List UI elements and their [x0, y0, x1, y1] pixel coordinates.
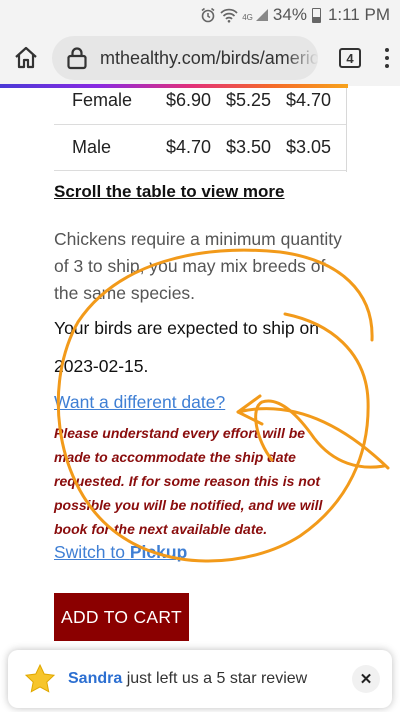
- signal-label: 4G: [242, 13, 253, 22]
- gender-cell: Male: [54, 124, 166, 171]
- gender-cell: Female: [54, 88, 166, 125]
- table-row: Female $6.90 $5.25 $4.70: [54, 88, 346, 125]
- price-cell: $3.05: [286, 124, 346, 171]
- ship-date-label: Your birds are expected to ship on: [54, 318, 319, 338]
- home-button[interactable]: [0, 30, 52, 86]
- status-bar: 4G 34% 1:11 PM: [0, 0, 400, 30]
- clock: 1:11 PM: [327, 5, 390, 24]
- switch-prefix: Switch to: [54, 542, 130, 562]
- minimum-quantity-note: Chickens require a minimum quantity of 3…: [54, 229, 342, 303]
- close-icon[interactable]: ✕: [352, 665, 380, 693]
- price-cell: $3.50: [226, 124, 286, 171]
- star-icon: [24, 663, 56, 693]
- price-cell: $5.25: [226, 88, 286, 125]
- review-toast: Sandra just left us a 5 star review ✕: [8, 650, 392, 708]
- change-date-link[interactable]: Want a different date?: [54, 392, 225, 413]
- url-text[interactable]: mthealthy.com/birds/american: [100, 48, 318, 69]
- home-icon: [15, 46, 37, 69]
- tab-count: 4: [346, 50, 354, 66]
- url-bar[interactable]: mthealthy.com/birds/american: [52, 36, 318, 80]
- price-cell: $6.90: [166, 88, 226, 125]
- table-edge: [346, 88, 347, 172]
- browser-toolbar: mthealthy.com/birds/american 4: [0, 30, 400, 86]
- price-cell: $4.70: [166, 124, 226, 171]
- scroll-table-note: Scroll the table to view more: [54, 182, 285, 201]
- battery-icon: [311, 7, 321, 23]
- tabs-button[interactable]: 4: [326, 30, 374, 86]
- table-row: Male $4.70 $3.50 $3.05: [54, 124, 346, 171]
- page-content: Female $6.90 $5.25 $4.70 Male $4.70 $3.5…: [0, 88, 400, 712]
- overflow-menu-icon[interactable]: [374, 30, 400, 86]
- ship-date: 2023-02-15.: [54, 356, 149, 376]
- review-message: just left us a 5 star review: [122, 670, 308, 687]
- signal-icon: 4G: [242, 8, 269, 22]
- add-to-cart-button[interactable]: ADD TO CART: [54, 593, 189, 641]
- ship-date-disclaimer: Please understand every effort will be m…: [54, 425, 323, 537]
- wifi-icon: [220, 8, 238, 23]
- toast-message: Sandra just left us a 5 star review: [68, 670, 307, 688]
- price-cell: $4.70: [286, 88, 346, 125]
- pickup-label: Pickup: [129, 542, 188, 562]
- tabs-icon: 4: [339, 48, 361, 68]
- reviewer-name: Sandra: [68, 670, 123, 687]
- switch-to-pickup-link[interactable]: Switch to Pickup: [54, 542, 187, 563]
- alarm-icon: [201, 7, 215, 23]
- battery-percent: 34%: [272, 5, 307, 24]
- lock-icon: [67, 47, 87, 70]
- price-table: Female $6.90 $5.25 $4.70 Male $4.70 $3.5…: [54, 88, 346, 171]
